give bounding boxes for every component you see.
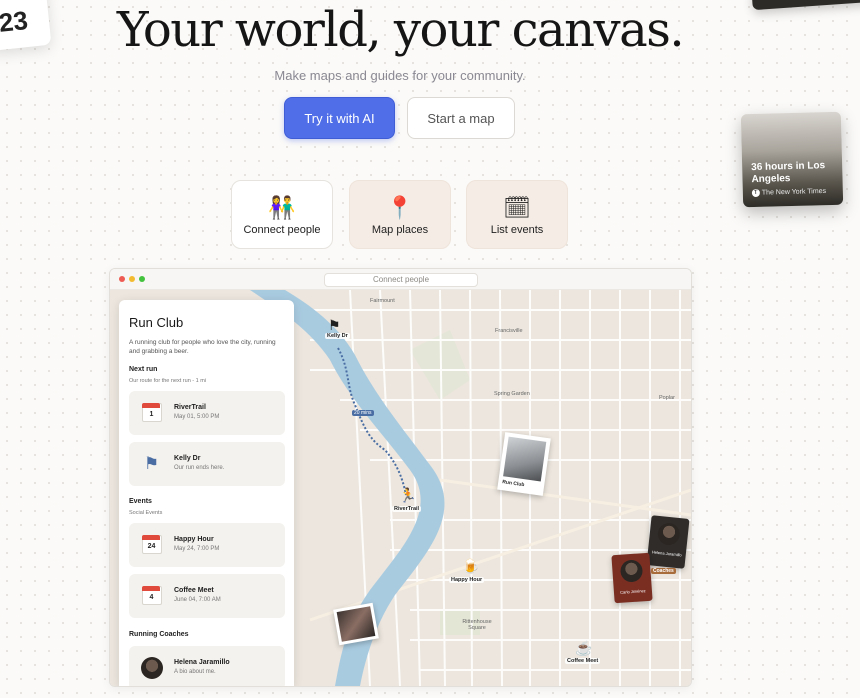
coach-card-name: Carlo Jiménez [620, 588, 646, 595]
nyt-logo-icon: T [751, 188, 760, 198]
calendar-badge: 4 [141, 586, 162, 605]
list-item-coach[interactable]: Helena Jaramillo A bio about me. [129, 646, 285, 686]
area-label: Fairmount [370, 298, 395, 304]
run-club-photo-image [503, 436, 547, 482]
list-item-detail: A bio about me. [174, 669, 216, 675]
marker-label-happy-hour: Happy Hour [449, 577, 485, 583]
next-run-subheading: Our route for the next run - 1 mi [129, 378, 207, 384]
coach-avatar [656, 521, 681, 547]
coffee-marker-icon[interactable]: ☕ [575, 640, 592, 657]
calendar-icon: 4 [138, 582, 165, 609]
list-item-detail: June 04, 7:00 AM [174, 597, 221, 603]
next-run-heading: Next run [129, 366, 158, 373]
area-label: Spring Garden [494, 391, 530, 397]
coach-card-helena[interactable]: Helena Jaramillo [646, 515, 690, 569]
guide-card-los-angeles[interactable]: 36 hours in Los Angeles T The New York Ti… [740, 111, 844, 208]
list-item-name: Helena Jaramillo [174, 659, 230, 666]
page-title: Your world, your canvas. [116, 2, 685, 58]
list-item-detail: May 24, 7:00 PM [174, 546, 220, 552]
coach-card-carlo[interactable]: Carlo Jiménez [611, 552, 653, 604]
marker-label-coffee-meet: Coffee Meet [565, 658, 601, 664]
start-map-button[interactable]: Start a map [407, 97, 515, 139]
feature-label: Connect people [243, 224, 321, 236]
area-label: Rittenhouse Square [462, 619, 492, 631]
marker-label-kelly-dr: Kelly Dr [325, 333, 350, 339]
guide-card-source: T The New York Times [751, 187, 827, 198]
list-item-kelly-dr[interactable]: ⚑ Kelly Dr Our run ends here. [129, 442, 285, 486]
marker-label-rivertrail: RiverTrail [392, 506, 422, 512]
coach-avatar [619, 559, 644, 583]
list-item-rivertrail[interactable]: 1 RiverTrail May 01, 5:00 PM [129, 391, 285, 435]
calendar-badge: 24 [141, 535, 162, 554]
minimize-window-button[interactable] [129, 276, 135, 282]
map-pin-icon: 📍 [386, 195, 414, 220]
list-item-name: Coffee Meet [174, 587, 214, 594]
coaches-heading: Running Coaches [129, 631, 189, 638]
try-with-ai-button[interactable]: Try it with AI [284, 97, 395, 139]
list-item-name: Happy Hour [174, 536, 214, 543]
coach-tag: Coaches [651, 568, 676, 574]
list-item-detail: May 01, 5:00 PM [174, 414, 220, 420]
run-club-photo[interactable]: Run Club [497, 432, 551, 496]
window-titlebar: Connect people [110, 269, 691, 290]
feature-label: List events [490, 224, 544, 236]
rivertrail-icon: 1 [138, 399, 165, 426]
photo-stack-image [336, 606, 376, 642]
flag-icon: ⚑ [143, 453, 160, 473]
list-item-coffee-meet[interactable]: 4 Coffee Meet June 04, 7:00 AM [129, 574, 285, 618]
panel-title: Run Club [129, 315, 184, 330]
address-bar-text: Connect people [372, 275, 430, 284]
area-label: Poplar [659, 395, 675, 401]
run-club-photo-label: Run Club [501, 479, 525, 489]
calendar-badge: 1 [141, 403, 162, 422]
feature-list-events[interactable]: 🗓 List events [466, 180, 568, 249]
run-club-panel: Run Club A running club for people who l… [119, 300, 294, 686]
flag-marker-icon[interactable]: ⚑ [328, 317, 341, 334]
beer-marker-icon[interactable]: 🍺 [462, 558, 479, 575]
list-item-name: Kelly Dr [174, 455, 201, 462]
page-subtitle: Make maps and guides for your community. [274, 68, 526, 83]
list-item-happy-hour[interactable]: 24 Happy Hour May 24, 7:00 PM [129, 523, 285, 567]
coach-avatar [140, 656, 163, 679]
calendar-icon: 🗓 [503, 195, 531, 220]
photo-stack[interactable] [333, 602, 379, 646]
maximize-window-button[interactable] [139, 276, 145, 282]
list-item-detail: Our run ends here. [174, 465, 225, 471]
people-icon: 👫 [268, 195, 296, 220]
route-duration-badge: 20 mins [352, 410, 374, 416]
rivertrail-marker-icon[interactable]: 🏃 [399, 487, 416, 504]
avatar [138, 654, 165, 681]
events-heading: Events [129, 498, 152, 505]
coach-card-name: Helena Jaramillo [651, 549, 682, 558]
guide-card-source-text: The New York Times [761, 187, 827, 197]
close-window-button[interactable] [119, 276, 125, 282]
list-item-name: RiverTrail [174, 404, 206, 411]
feature-connect-people[interactable]: 👫 Connect people [231, 180, 333, 249]
calendar-icon: 24 [138, 531, 165, 558]
guide-card-title: 36 hours in Los Angeles [751, 160, 826, 186]
panel-description: A running club for people who love the c… [129, 339, 276, 355]
area-label: Francisville [495, 328, 523, 334]
feature-label: Map places [371, 224, 429, 236]
app-window: Connect people Fairmount Francisville Sp… [109, 268, 692, 687]
address-bar[interactable]: Connect people [324, 273, 478, 287]
feature-map-places[interactable]: 📍 Map places [349, 180, 451, 249]
events-subheading: Social Events [129, 510, 163, 516]
